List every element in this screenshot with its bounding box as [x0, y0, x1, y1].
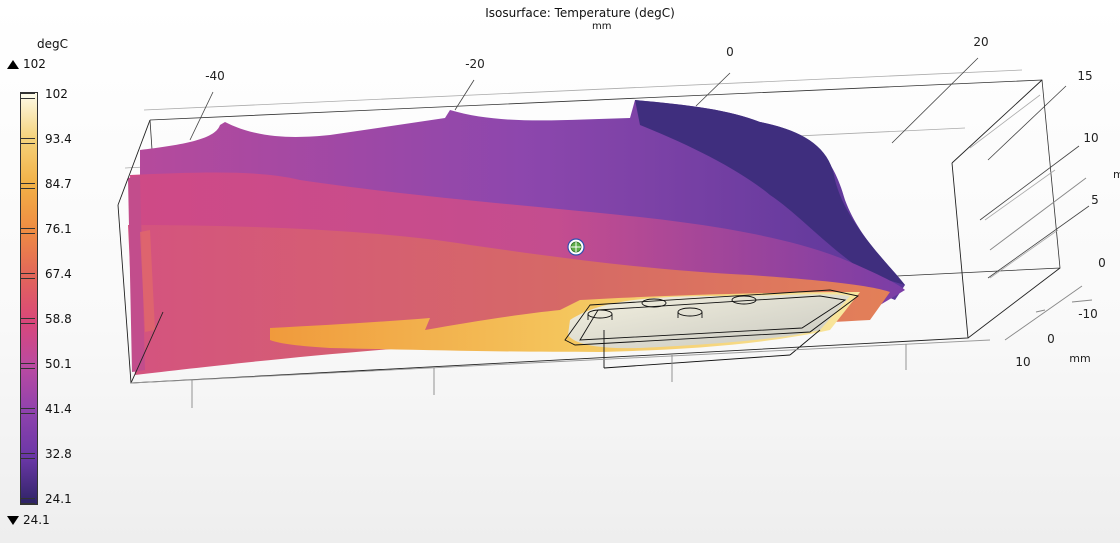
y-tick-label: 15: [1077, 69, 1092, 83]
y-axis-unit: m: [1113, 168, 1120, 181]
y-tick-label: -10: [1078, 307, 1098, 321]
x-tick-label: 20: [973, 35, 988, 49]
x-tick-label: -20: [465, 57, 485, 71]
z-axis-unit: mm: [1069, 352, 1090, 365]
isosurface-layers: [128, 100, 905, 375]
z-tick-label: 10: [1015, 355, 1030, 369]
y-tick-label: 5: [1091, 193, 1099, 207]
z-tick-label: 0: [1047, 332, 1055, 346]
x-tick-label: -40: [205, 69, 225, 83]
3d-plot[interactable]: -40 -20 0 20 15 10 5 0 -10 m 0 10 mm: [0, 0, 1120, 543]
x-tick-label: 0: [726, 45, 734, 59]
y-tick-label: 10: [1083, 131, 1098, 145]
rotation-center-icon[interactable]: [567, 238, 585, 256]
y-tick-label: 0: [1098, 256, 1106, 270]
